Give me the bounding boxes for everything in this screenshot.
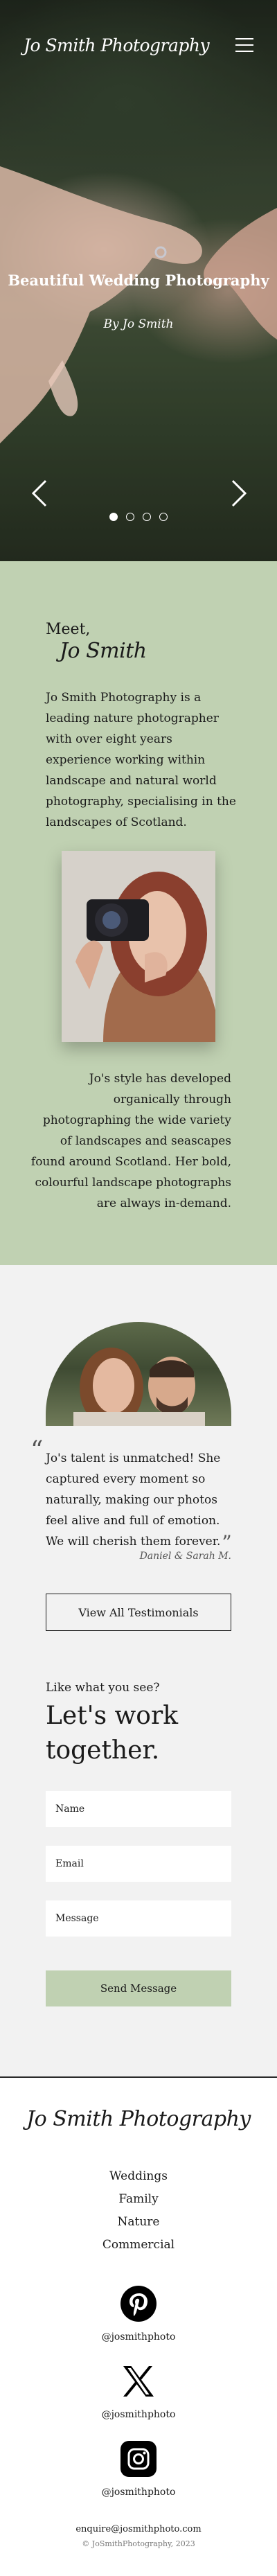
about-text: Jo Smith Photography is a leading nature… (46, 691, 236, 829)
site-footer: Jo Smith Photography Weddings Family Nat… (0, 2076, 277, 2576)
contact-email-link[interactable]: enquire@josmithphoto.com (0, 2524, 277, 2534)
social-instagram: @josmithphoto (0, 2441, 277, 2498)
couple-photo (46, 1322, 231, 1426)
carousel-dot-3[interactable] (143, 513, 151, 521)
photographer-portrait (62, 851, 215, 1042)
site-logo[interactable]: Jo Smith Photography (24, 35, 210, 55)
instagram-icon[interactable] (120, 2441, 157, 2477)
chevron-left-icon (31, 479, 47, 507)
footer-link-weddings[interactable]: Weddings (0, 2165, 277, 2188)
hero-subtitle: By Jo Smith (103, 317, 174, 331)
carousel-dot-1[interactable] (109, 513, 118, 521)
about-section: Meet, Jo Smith Jo Smith Photography is a… (0, 561, 277, 1265)
x-handle[interactable]: @josmithphoto (0, 2409, 277, 2420)
carousel-next-button[interactable] (229, 478, 249, 509)
carousel-dot-4[interactable] (159, 513, 168, 521)
footer-navigation: Weddings Family Nature Commercial (0, 2165, 277, 2257)
social-x: @josmithphoto (0, 2363, 277, 2420)
testimonial-author: Daniel & Sarah M. (139, 1551, 231, 1562)
contact-heading: Let's work together. (46, 1702, 179, 1765)
send-message-button[interactable]: Send Message (46, 1970, 231, 2006)
contact-kicker: Like what you see? (46, 1681, 160, 1695)
pinterest-handle[interactable]: @josmithphoto (0, 2331, 277, 2343)
x-icon[interactable] (120, 2363, 157, 2399)
name-field[interactable] (46, 1791, 231, 1827)
testimonial-quote-text: Jo's talent is unmatched! She captured e… (46, 1452, 221, 1549)
footer-logo[interactable]: Jo Smith Photography (0, 2107, 277, 2131)
portrait-photo (62, 851, 215, 1042)
footer-link-nature[interactable]: Nature (0, 2211, 277, 2234)
footer-link-family[interactable]: Family (0, 2188, 277, 2211)
message-field[interactable] (46, 1900, 231, 1937)
chevron-right-icon (231, 479, 247, 507)
copyright-text: © JoSmithPhotography, 2023 (82, 2539, 195, 2548)
view-testimonials-button[interactable]: View All Testimonials (46, 1594, 231, 1631)
carousel-indicators (0, 513, 277, 521)
photographer-name: Jo Smith (60, 639, 147, 663)
testimonial-quote: Jo's talent is unmatched! She captured e… (46, 1448, 237, 1553)
testimonial-section: “ Jo's talent is unmatched! She captured… (0, 1265, 277, 2076)
hero-title: Beautiful Wedding Photography (8, 272, 269, 289)
quote-open-icon: “ (30, 1436, 44, 1465)
meet-heading: Meet, (46, 621, 91, 638)
instagram-handle[interactable]: @josmithphoto (0, 2487, 277, 2498)
email-field[interactable] (46, 1846, 231, 1882)
pinterest-icon[interactable] (120, 2286, 157, 2322)
hero-carousel: Jo Smith Photography Beautiful Wedding P… (0, 0, 277, 561)
footer-link-commercial[interactable]: Commercial (0, 2234, 277, 2257)
carousel-dot-2[interactable] (126, 513, 134, 521)
carousel-prev-button[interactable] (29, 478, 50, 509)
hamburger-menu-icon[interactable] (235, 38, 253, 52)
social-pinterest: @josmithphoto (0, 2286, 277, 2343)
top-navigation: Jo Smith Photography (0, 0, 277, 90)
style-text: Jo's style has developed organically thr… (30, 1072, 231, 1210)
